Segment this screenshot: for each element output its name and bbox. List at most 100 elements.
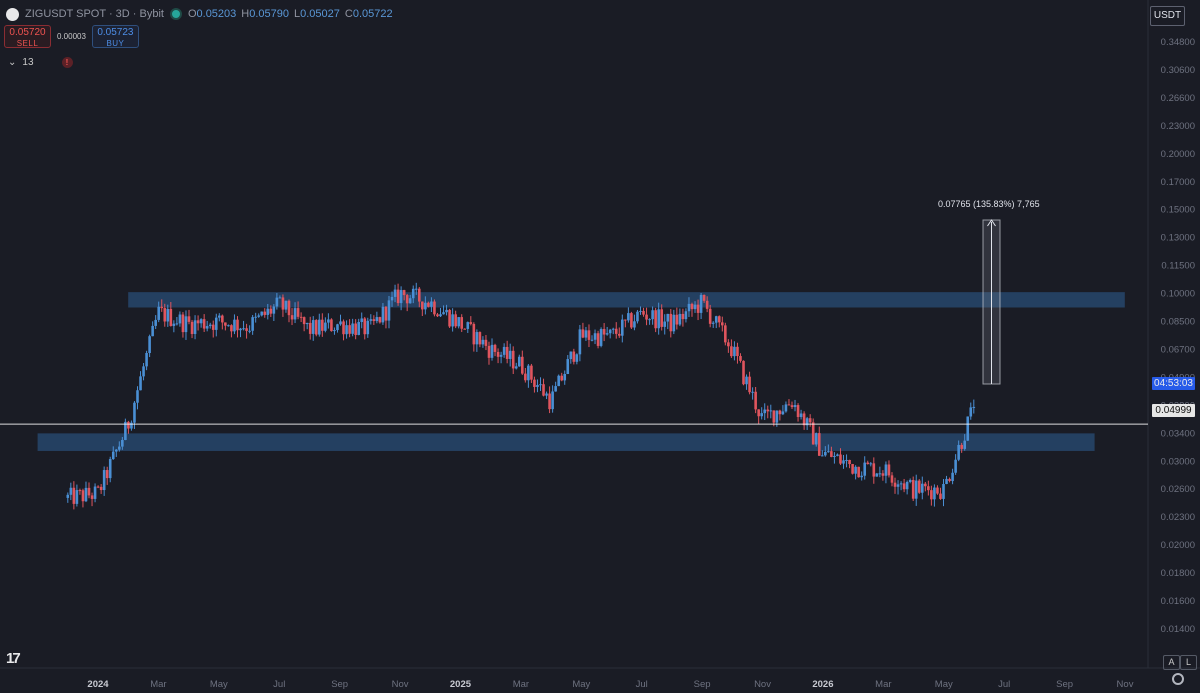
candle: [484, 334, 488, 351]
candle: [284, 300, 288, 313]
candle: [569, 351, 573, 364]
candle: [820, 450, 824, 457]
candle: [281, 294, 285, 317]
candle: [793, 399, 797, 412]
candle: [151, 321, 154, 337]
candle: [948, 477, 951, 483]
candle: [90, 492, 94, 507]
candle: [584, 326, 588, 341]
candle: [466, 321, 470, 333]
tradingview-logo[interactable]: 17: [6, 650, 21, 667]
sell-button[interactable]: 0.05720 SELL: [4, 25, 51, 48]
candle: [902, 478, 906, 493]
candle: [590, 335, 594, 342]
price-axis: 0.34800 0.30600 0.26600 0.23000 0.20000 0.170…: [1161, 37, 1195, 635]
candle: [881, 470, 885, 481]
candle: [796, 403, 800, 422]
symbol-title[interactable]: ZIGUSDT SPOT · 3D · Bybit: [25, 8, 164, 20]
support-zone[interactable]: [37, 433, 1095, 451]
candle: [218, 313, 221, 322]
candle: [384, 305, 388, 329]
time-tick-label: Nov: [392, 679, 409, 690]
candle: [490, 338, 494, 361]
candle: [905, 480, 909, 495]
price-tick-label: 0.03400: [1161, 428, 1195, 439]
candle: [421, 301, 424, 317]
chevron-down-icon[interactable]: ⌄: [8, 57, 16, 68]
indicators-toggle[interactable]: ⌄ 13 !: [8, 57, 73, 68]
candle: [605, 326, 609, 336]
measure-tool[interactable]: [982, 219, 1001, 385]
price-tick-label: 0.06700: [1161, 344, 1195, 355]
candle: [848, 459, 851, 469]
candle: [969, 402, 973, 420]
candle: [78, 488, 82, 495]
candle: [224, 322, 227, 331]
gear-icon[interactable]: [1172, 673, 1184, 685]
time-tick-label: May: [210, 679, 228, 690]
currency-selector[interactable]: USDT: [1150, 6, 1185, 26]
candle: [660, 304, 663, 331]
candle: [554, 381, 557, 392]
candle: [730, 339, 733, 358]
candle: [102, 466, 106, 496]
price-tick-label: 0.01800: [1161, 568, 1195, 579]
warning-icon[interactable]: !: [61, 57, 73, 68]
candle: [227, 324, 230, 327]
candle: [487, 341, 491, 365]
candle: [621, 314, 624, 343]
candle: [972, 399, 976, 414]
candle: [493, 343, 497, 357]
time-tick-label: Sep: [331, 679, 348, 690]
candle: [236, 316, 239, 338]
candle: [614, 322, 618, 339]
ohlc-close-value: 0.05722: [352, 8, 393, 20]
candle: [920, 476, 924, 500]
candle: [617, 327, 621, 338]
candle: [930, 485, 933, 506]
candle: [360, 312, 364, 329]
candle: [557, 374, 560, 387]
price-tick-label: 0.30600: [1161, 65, 1195, 76]
candle: [666, 313, 670, 330]
candle: [908, 478, 912, 484]
price-chart[interactable]: 0.34800 0.30600 0.26600 0.23000 0.20000 0.170…: [0, 0, 1200, 693]
candle: [733, 341, 736, 361]
candle: [348, 319, 351, 338]
candle: [684, 308, 688, 323]
candle: [593, 329, 597, 345]
candle: [563, 370, 567, 385]
candle: [145, 350, 148, 371]
ohlc-open-key: O: [187, 8, 197, 20]
symbol-header: ZIGUSDT SPOT · 3D · Bybit O0.05203 H0.05…: [6, 6, 393, 22]
current-price-tag: 0.04999: [1152, 404, 1195, 417]
candle: [533, 376, 536, 393]
log-scale-button[interactable]: L: [1180, 655, 1197, 670]
candle: [436, 312, 439, 318]
candle: [302, 316, 306, 332]
candle: [545, 391, 548, 400]
candle: [208, 322, 212, 329]
candle: [602, 323, 606, 342]
time-tick-label: Nov: [754, 679, 771, 690]
candle: [463, 328, 467, 330]
candle: [805, 416, 809, 430]
candle: [148, 334, 151, 358]
ohlc-high-value: 0.05790: [249, 8, 289, 20]
candle: [108, 456, 112, 483]
candle: [851, 463, 854, 475]
candle: [711, 321, 715, 328]
price-tick-label: 0.01600: [1161, 596, 1195, 607]
candle: [599, 327, 603, 348]
candle: [672, 309, 676, 335]
candle: [96, 485, 100, 489]
candle: [69, 482, 73, 501]
candle: [654, 307, 657, 333]
candle: [884, 461, 888, 484]
auto-scale-button[interactable]: A: [1163, 655, 1180, 670]
buy-button[interactable]: 0.05723 BUY: [91, 25, 139, 48]
candlestick-series: [66, 282, 976, 510]
candle: [87, 482, 91, 499]
ohlc-open-value: 0.05203: [196, 8, 237, 20]
time-tick-label: Mar: [513, 679, 529, 690]
